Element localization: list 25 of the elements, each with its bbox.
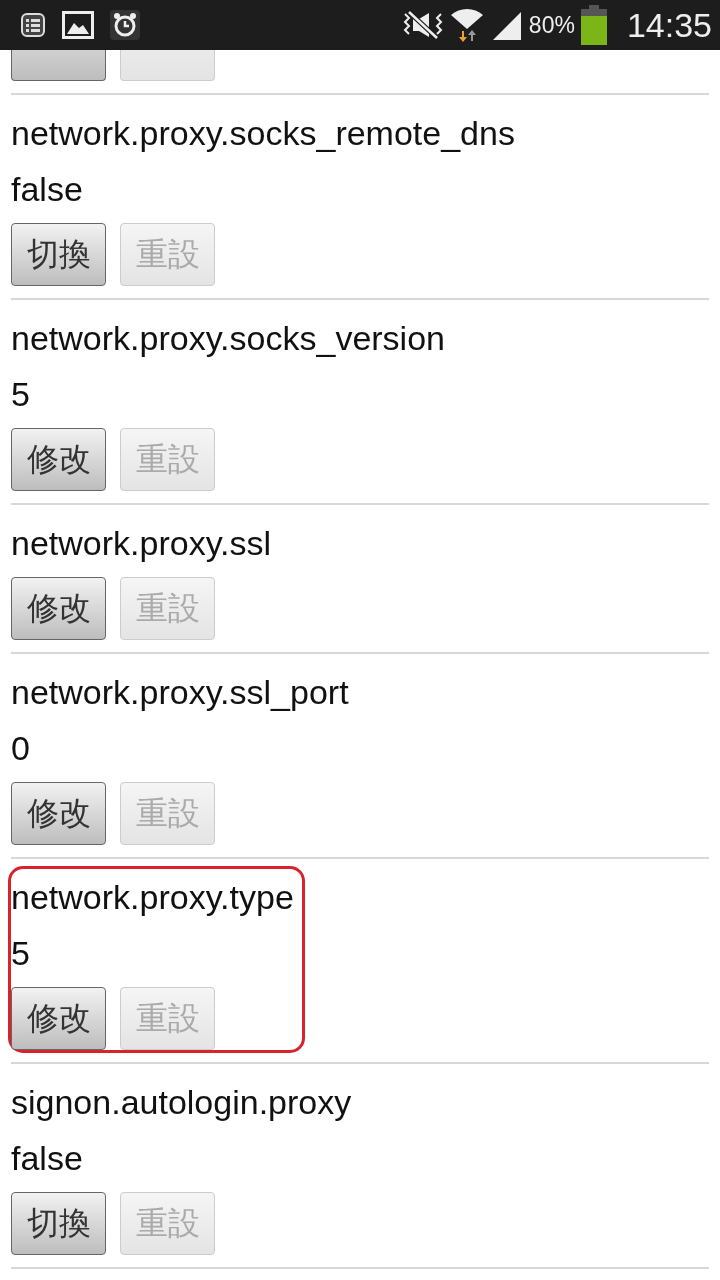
- preference-name: network.proxy.ssl_port: [11, 672, 349, 713]
- notes-icon: [20, 12, 46, 38]
- clock-time: 14:35: [626, 5, 712, 45]
- action-button[interactable]: 切換: [11, 223, 106, 286]
- preference-name: network.proxy.socks_remote_dns: [11, 113, 515, 154]
- preference-name: network.proxy.ssl: [11, 523, 272, 564]
- preference-name: signon.autologin.proxy: [11, 1082, 352, 1123]
- preference-name: network.proxy.type: [11, 877, 294, 918]
- action-button[interactable]: 切換: [11, 1192, 106, 1255]
- preference-value: 5: [11, 374, 30, 415]
- preference-value: false: [11, 169, 83, 210]
- preference-value: false: [11, 1138, 83, 1179]
- action-button[interactable]: [11, 50, 106, 81]
- preference-name: network.proxy.socks_version: [11, 318, 445, 359]
- preference-value: 0: [11, 728, 30, 769]
- action-button[interactable]: 修改: [11, 577, 106, 640]
- battery-percent: 80%: [528, 11, 575, 39]
- action-button[interactable]: 修改: [11, 428, 106, 491]
- battery-icon: [580, 5, 607, 45]
- alarm-clock-icon: [110, 10, 140, 40]
- preference-value: 5: [11, 933, 30, 974]
- action-button[interactable]: 修改: [11, 987, 106, 1050]
- image-icon: [62, 11, 94, 39]
- mute-icon: [402, 10, 443, 40]
- action-button[interactable]: 修改: [11, 782, 106, 845]
